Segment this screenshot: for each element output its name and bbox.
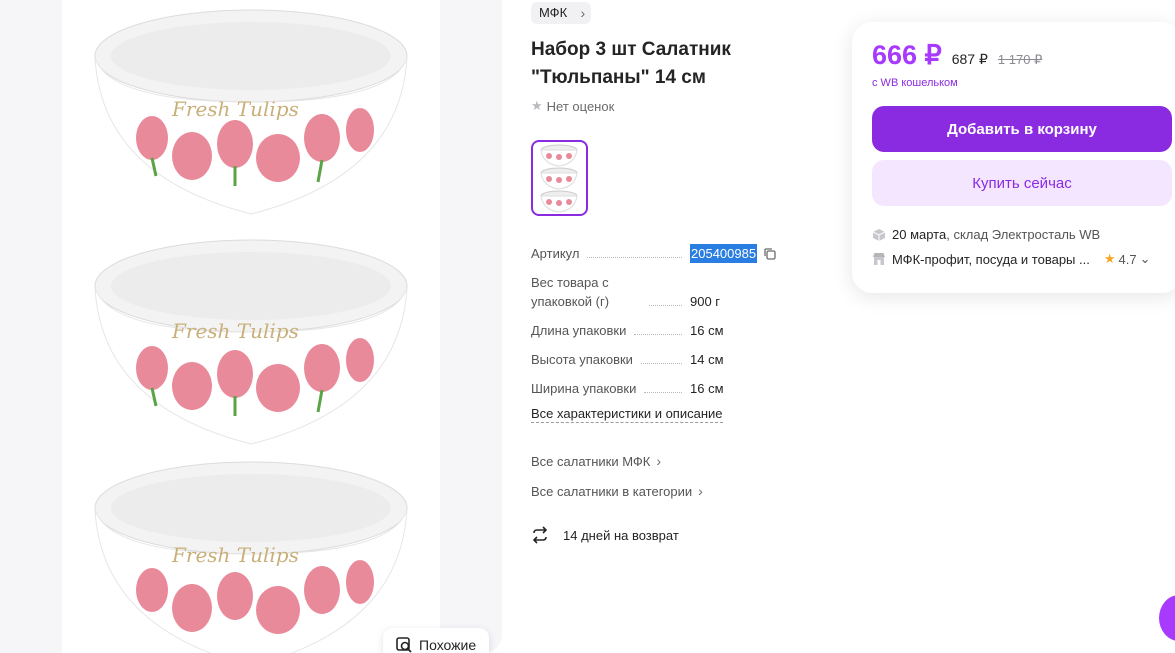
chevron-down-icon: ⌄ (1139, 251, 1151, 266)
chevron-right-icon: › (580, 5, 586, 21)
spec-label: Длина упаковки (531, 323, 627, 338)
spec-row: Артикул 205400985 (531, 244, 821, 263)
spec-value: 16 см (690, 323, 724, 338)
similar-label: Похожие (419, 637, 477, 653)
chevron-right-icon: › (698, 483, 703, 499)
brand-bowls-link[interactable]: Все салатники МФК › (531, 453, 661, 469)
spec-label: Вес товара с упаковкой (г) (531, 275, 610, 309)
chat-button[interactable] (1159, 595, 1175, 641)
svg-text:Fresh Tulips: Fresh Tulips (171, 543, 299, 567)
svg-text:Fresh Tulips: Fresh Tulips (171, 97, 299, 121)
image-search-icon (396, 637, 412, 653)
price-row: 666 ₽ 687 ₽ 1 170 ₽ (872, 40, 1042, 71)
price-old: 687 ₽ (951, 51, 988, 67)
seller-info[interactable]: МФК-профит, посуда и товары ... ★ 4.7 ⌄ (872, 251, 1172, 267)
brand-bowls-label: Все салатники МФК (531, 453, 651, 469)
return-label: 14 дней на возврат (563, 527, 679, 543)
spec-value: 900 г (690, 294, 721, 309)
copy-icon[interactable] (763, 247, 777, 261)
spec-label: Артикул (531, 246, 580, 261)
star-icon: ★ (1103, 251, 1116, 266)
category-bowls-link[interactable]: Все салатники в категории › (531, 483, 703, 499)
brand-label: МФК (539, 5, 568, 20)
product-gallery: Fresh Tulips Fresh Tulips Fresh Tulips П… (0, 0, 502, 653)
spec-row: Длина упаковки 16 см (531, 321, 821, 340)
chevron-right-icon: › (656, 453, 662, 469)
seller-name: МФК-профит, посуда и товары ... (892, 251, 1090, 267)
spec-value: 16 см (690, 381, 724, 396)
shop-icon (873, 253, 885, 265)
delivery-date: 20 марта (892, 227, 947, 242)
bowl-image: Fresh Tulips (94, 239, 408, 445)
spec-value: 14 см (690, 352, 724, 367)
thumbnail[interactable] (531, 140, 588, 216)
add-to-cart-button[interactable]: Добавить в корзину (872, 106, 1172, 152)
buy-now-button[interactable]: Купить сейчас (872, 160, 1172, 206)
bowl-image: Fresh Tulips (94, 461, 408, 653)
sku-value[interactable]: 205400985 (690, 244, 758, 263)
price-current: 666 ₽ (872, 40, 942, 70)
spec-label: Высота упаковки (531, 352, 633, 367)
spec-row: Высота упаковки 14 см (531, 350, 821, 369)
product-title: Набор 3 шт Салатник "Тюльпаны" 14 см (531, 39, 731, 88)
product-rating[interactable]: ★ Нет оценок (531, 98, 614, 114)
star-icon: ★ (531, 98, 543, 113)
price-crossed: 1 170 ₽ (997, 52, 1043, 67)
all-specs-link[interactable]: Все характеристики и описание (531, 406, 723, 423)
seller-rating-value: 4.7 (1118, 251, 1137, 267)
delivery-warehouse: , склад Электросталь WB (946, 227, 1101, 242)
specs-list: Артикул 205400985 Вес товара с упаковкой… (531, 244, 821, 408)
return-policy: 14 дней на возврат (531, 526, 679, 544)
seller-rating: ★ 4.7 ⌄ (1104, 251, 1151, 267)
box-icon (872, 228, 886, 241)
product-image[interactable]: Fresh Tulips Fresh Tulips Fresh Tulips (62, 0, 440, 653)
bowl-image: Fresh Tulips (94, 9, 408, 215)
thumbnail-image (540, 144, 578, 213)
rating-text: Нет оценок (546, 98, 615, 114)
category-bowls-label: Все салатники в категории (531, 483, 693, 499)
spec-row: Вес товара с упаковкой (г) 900 г (531, 273, 821, 311)
price-card: 666 ₽ 687 ₽ 1 170 ₽ с WB кошельком Добав… (852, 22, 1175, 293)
return-icon (532, 526, 548, 544)
spec-label: Ширина упаковки (531, 381, 637, 396)
delivery-info[interactable]: 20 марта, склад Электросталь WB (872, 227, 1100, 242)
spec-row: Ширина упаковки 16 см (531, 379, 821, 398)
brand-link[interactable]: МФК › (531, 2, 592, 24)
wallet-note[interactable]: с WB кошельком (872, 77, 958, 89)
svg-text:Fresh Tulips: Fresh Tulips (171, 319, 299, 343)
similar-button[interactable]: Похожие (383, 628, 489, 653)
